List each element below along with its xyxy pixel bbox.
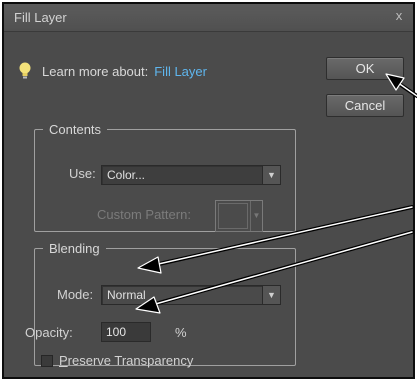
dialog-title: Fill Layer [14, 10, 67, 25]
custom-pattern-label: Custom Pattern: [97, 207, 191, 222]
preserve-transparency-label[interactable]: Preserve Transparency [59, 353, 193, 368]
ok-button[interactable]: OK [326, 57, 404, 80]
lightbulb-icon [19, 62, 31, 79]
opacity-label: Opacity: [25, 325, 73, 340]
blending-legend: Blending [49, 241, 100, 256]
contents-group: Contents Use: Color... ▼ Custom Pattern:… [34, 122, 296, 232]
use-select-value: Color... [107, 168, 146, 182]
learn-more-row: Learn more about: Fill Layer [18, 62, 207, 80]
preserve-transparency-checkbox[interactable] [41, 355, 53, 367]
contents-legend: Contents [49, 122, 102, 137]
cancel-button[interactable]: Cancel [326, 94, 404, 117]
chevron-down-icon: ▼ [262, 286, 280, 304]
mode-select-value: Normal [107, 288, 146, 302]
chevron-down-icon: ▼ [250, 201, 262, 231]
opacity-percent-unit: % [175, 325, 187, 340]
learn-more-label: Learn more about: [42, 63, 149, 79]
title-bar[interactable]: Fill Layer x [4, 4, 413, 32]
opacity-input[interactable]: 100 [101, 322, 151, 342]
pattern-preview [218, 203, 248, 229]
custom-pattern-picker[interactable]: ▼ [215, 200, 263, 232]
use-label: Use: [69, 166, 96, 181]
preserve-mnemonic: P [59, 353, 68, 368]
blending-group: Blending Mode: Normal ▼ Opacity: 100 % P… [25, 241, 296, 368]
chevron-down-icon: ▼ [262, 166, 280, 184]
preserve-label-rest: reserve Transparency [67, 353, 194, 368]
mode-select[interactable]: Normal ▼ [101, 285, 281, 305]
mode-label: Mode: [57, 287, 94, 302]
fill-layer-help-link[interactable]: Fill Layer [154, 64, 207, 79]
fill-layer-dialog: Fill Layer x Learn more about: Fill Laye… [2, 2, 415, 379]
use-select[interactable]: Color... ▼ [101, 165, 281, 185]
close-icon[interactable]: x [391, 8, 407, 26]
